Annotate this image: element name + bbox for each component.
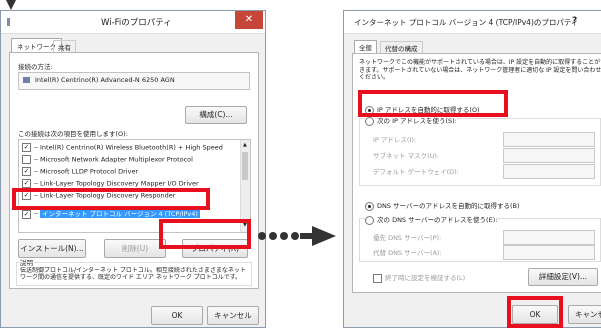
- checkbox[interactable]: ✓: [22, 167, 31, 176]
- preferred-dns-label: 優先 DNS サーバー(P):: [373, 234, 442, 242]
- alternate-dns-field[interactable]: [503, 245, 595, 260]
- install-button[interactable]: インストール(N)...: [18, 239, 86, 258]
- intro-text: ネットワークでこの機能がサポートされている場合は、IP 設定を自動的に取得するこ…: [359, 59, 601, 81]
- checkbox[interactable]: ✓: [22, 209, 31, 219]
- title-bar: インターネット プロトコル バージョン 4 (TCP/IPv4)のプロパティ ?: [344, 11, 601, 34]
- alternate-dns-label: 代替 DNS サーバー(A):: [373, 249, 442, 257]
- advanced-button[interactable]: 詳細設定(V)...: [528, 268, 598, 286]
- cancel-button[interactable]: キャンセル: [568, 305, 601, 324]
- highlight-ok-button: [507, 296, 563, 328]
- auto-dns-option[interactable]: DNS サーバーのアドレスを自動的に取得する(B): [365, 200, 520, 211]
- radio-selected[interactable]: [365, 201, 374, 211]
- dialog-title: Wi-Fiのプロパティ: [101, 18, 172, 28]
- radio[interactable]: [365, 116, 374, 126]
- left-arrow-icon: [6, 0, 16, 10]
- checkbox[interactable]: ✓: [22, 143, 31, 152]
- help-button[interactable]: ?: [572, 16, 577, 26]
- tab-general[interactable]: 全般: [354, 40, 377, 53]
- list-item[interactable]: ✓ ╌ Microsoft LLDP Protocol Driver: [22, 167, 138, 176]
- subnet-mask-field[interactable]: [503, 148, 595, 163]
- ipv4-properties-dialog: インターネット プロトコル バージョン 4 (TCP/IPv4)のプロパティ ?…: [343, 10, 601, 328]
- title-bar: Wi-Fiのプロパティ ✕: [1, 11, 265, 34]
- configure-button[interactable]: 構成(C)...: [185, 106, 247, 124]
- dotted-arrow-icon: [256, 226, 336, 246]
- adapter-name: Intel(R) Centrino(R) Advanced-N 6250 AGN: [35, 76, 175, 84]
- uninstall-button[interactable]: 削除(U): [104, 239, 166, 258]
- items-label: この接続は次の項目を使用します(O):: [18, 130, 128, 138]
- ip-address-label: IP アドレス(I):: [373, 136, 417, 144]
- preferred-dns-field[interactable]: [503, 230, 595, 245]
- close-button[interactable]: ✕: [235, 11, 263, 29]
- ip-address-field[interactable]: [503, 132, 595, 147]
- highlight-properties-button: [159, 219, 251, 249]
- list-item[interactable]: ✓ ╌ Intel(R) Centrino(R) Wireless Bluetoo…: [22, 143, 223, 152]
- dialog-title: インターネット プロトコル バージョン 4 (TCP/IPv4)のプロパティ: [354, 18, 579, 27]
- connect-using-label: 接続の方法:: [18, 63, 53, 71]
- highlight-auto-ip-option: [358, 90, 508, 117]
- default-gateway-label: デフォルト ゲートウェイ(D):: [373, 168, 459, 176]
- cancel-button[interactable]: キャンセル: [207, 306, 259, 325]
- description-text: 伝送制御プロトコル/インターネット プロトコル。相互接続されたさまざまなネットワ…: [20, 267, 246, 281]
- adapter-icon: [23, 77, 30, 83]
- manual-dns-option[interactable]: 次の DNS サーバーのアドレスを使う(E):: [365, 214, 498, 225]
- scroll-thumb[interactable]: [242, 152, 248, 180]
- wifi-properties-dialog: Wi-Fiのプロパティ ✕ ネットワーク 共有 接続の方法: Intel(R) …: [0, 10, 266, 328]
- list-item[interactable]: ╌ Microsoft Network Adapter Multiplexor …: [22, 155, 193, 164]
- default-gateway-field[interactable]: [503, 164, 595, 179]
- radio[interactable]: [365, 215, 374, 225]
- checkbox[interactable]: ✓: [22, 179, 31, 188]
- ok-button[interactable]: OK: [151, 306, 203, 325]
- tab-panel: 接続の方法: Intel(R) Centrino(R) Advanced-N 6…: [9, 52, 259, 289]
- tab-panel: ネットワークでこの機能がサポートされている場合は、IP 設定を自動的に取得するこ…: [352, 53, 601, 293]
- validate-checkbox-row[interactable]: 終了時に設定を検証する(L): [373, 272, 465, 283]
- adapter-box: Intel(R) Centrino(R) Advanced-N 6250 AGN: [18, 72, 250, 90]
- list-item[interactable]: ✓ ╌ Link-Layer Topology Discovery Mapper …: [22, 179, 199, 188]
- highlight-ipv4-item: [12, 188, 210, 210]
- app-icon: [7, 18, 10, 26]
- checkbox[interactable]: [22, 155, 31, 164]
- checkbox[interactable]: [373, 273, 382, 283]
- scroll-up-icon[interactable]: ▲: [243, 142, 247, 148]
- subnet-mask-label: サブネット マスク(U):: [373, 152, 440, 160]
